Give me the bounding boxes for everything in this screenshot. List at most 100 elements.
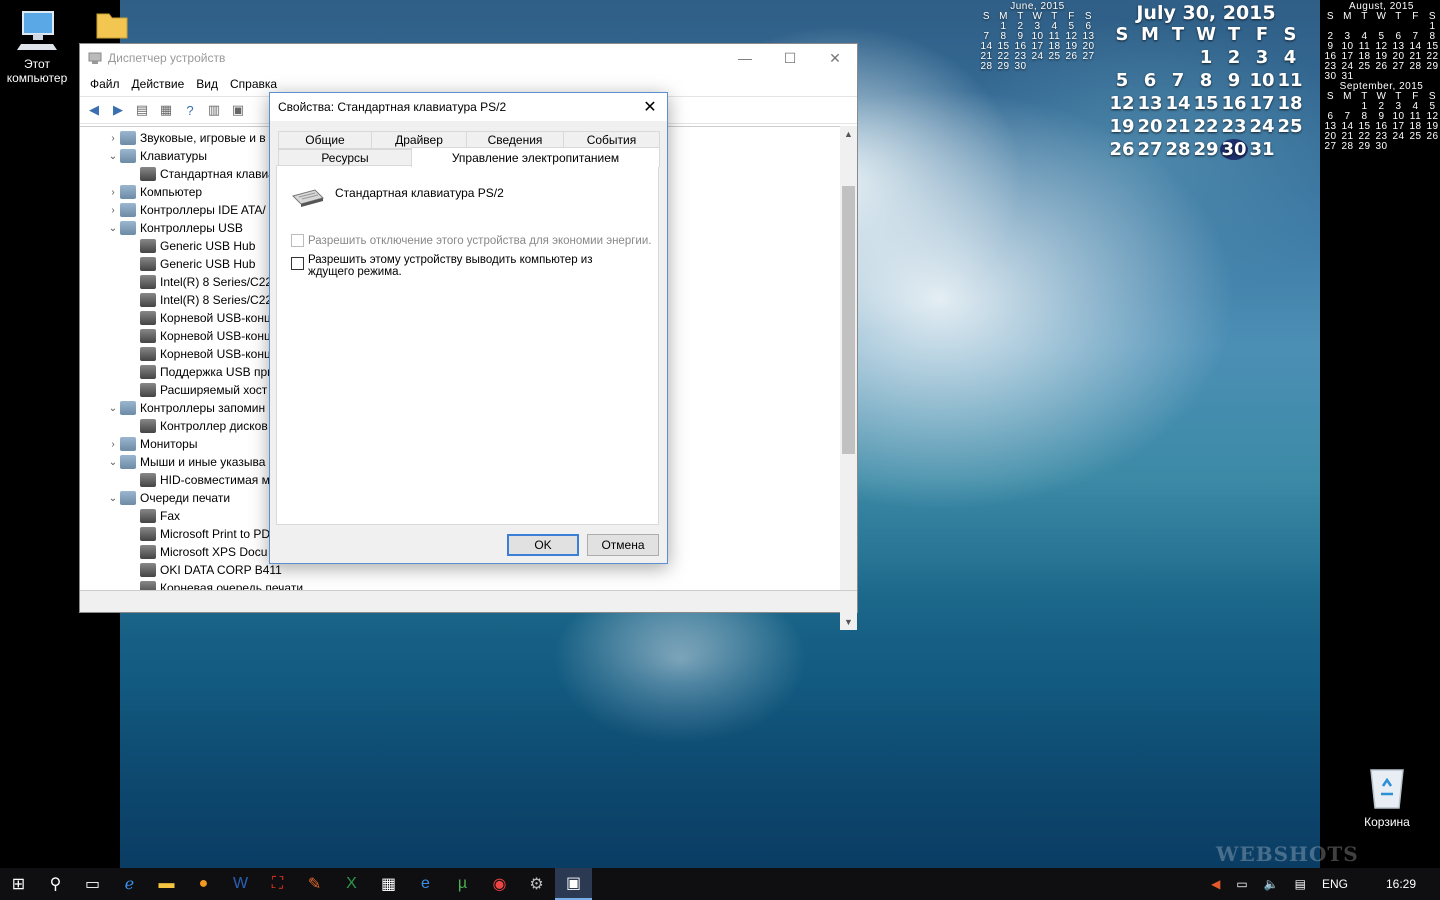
expand-chevron-icon[interactable]: ⌄ [106, 457, 120, 468]
minimize-button[interactable]: — [722, 44, 768, 72]
expand-chevron-icon[interactable]: ⌄ [106, 223, 120, 234]
taskbar-excel[interactable]: X [333, 868, 370, 900]
taskbar-edge[interactable]: e [407, 868, 444, 900]
device-tree-item[interactable]: Fax [126, 507, 180, 525]
device-tree-item[interactable]: › Компьютер [106, 183, 202, 201]
device-tree-item[interactable]: HID-совместимая м [126, 471, 270, 489]
allow-wake-option[interactable]: Разрешить этому устройству выводить комп… [291, 254, 641, 278]
taskbar-app-orange[interactable]: ● [185, 868, 222, 900]
calendar-day-header: S [1115, 24, 1129, 45]
taskbar-device-manager[interactable]: ▣ [555, 868, 592, 900]
taskbar-utorrent[interactable]: µ [444, 868, 481, 900]
recycle-bin-shortcut[interactable]: Корзина [1352, 764, 1422, 829]
help-button[interactable]: ? [180, 101, 200, 119]
tray-warning-icon[interactable]: ◀ [1203, 877, 1228, 891]
calendar-day: 28 [1165, 139, 1191, 160]
start-button[interactable]: ⊞ [0, 868, 37, 900]
device-tree-item[interactable]: ⌄ Очереди печати [106, 489, 230, 507]
expand-chevron-icon[interactable]: › [106, 187, 120, 198]
close-icon: ✕ [643, 99, 657, 116]
menu-file[interactable]: Файл [84, 77, 126, 91]
allow-wake-checkbox[interactable] [291, 257, 304, 270]
device-tree-item[interactable]: › Контроллеры IDE ATA/ [106, 201, 266, 219]
tree-pane-icon: ▤ [135, 102, 149, 117]
scan-hardware-button[interactable]: ▣ [228, 101, 248, 119]
device-tree-item[interactable]: ⌄ Контроллеры запомин [106, 399, 265, 417]
expand-chevron-icon[interactable]: ⌄ [106, 151, 120, 162]
device-icon [140, 509, 156, 523]
device-tree-item[interactable]: Intel(R) 8 Series/C22 [126, 291, 272, 309]
device-tree-item[interactable]: ⌄ Контроллеры USB [106, 219, 243, 237]
device-tree-item[interactable]: Расширяемый хост [126, 381, 267, 399]
calendar-day: 4 [1283, 47, 1297, 68]
language-indicator[interactable]: ENG [1314, 877, 1356, 891]
expand-chevron-icon[interactable]: ⌄ [106, 403, 120, 414]
device-tree-label: Расширяемый хост [160, 383, 268, 397]
this-pc-shortcut[interactable]: Этот компьютер [0, 8, 74, 85]
show-hide-tree-button[interactable]: ▤ [132, 101, 152, 119]
device-tree-item[interactable]: Intel(R) 8 Series/C22 [126, 273, 272, 291]
expand-chevron-icon[interactable]: › [106, 439, 120, 450]
expand-chevron-icon[interactable]: ⌄ [106, 493, 120, 504]
calendar-day: 24 [1031, 51, 1044, 62]
device-tree-item[interactable]: Корневой USB-конц [126, 327, 271, 345]
properties-button[interactable]: ▦ [156, 101, 176, 119]
tab-general[interactable]: Общие [278, 131, 372, 149]
calendar-day: 29 [997, 61, 1010, 72]
clock[interactable]: 16:29 [1356, 877, 1440, 891]
device-tree-item[interactable]: OKI DATA CORP B411 [126, 561, 282, 579]
close-button[interactable]: ✕ [812, 44, 858, 72]
device-tree-item[interactable]: Generic USB Hub [126, 237, 255, 255]
device-tree-item[interactable]: Стандартная клавиа [126, 165, 275, 183]
cancel-button[interactable]: Отмена [587, 534, 659, 556]
device-tree-item[interactable]: Корневой USB-конц [126, 309, 271, 327]
calendar-day: 6 [1143, 70, 1157, 91]
action-pane-button[interactable]: ▥ [204, 101, 224, 119]
calendar-day-header: T [1171, 24, 1185, 45]
network-icon[interactable]: ▭ [1228, 877, 1255, 891]
taskbar-control-panel[interactable]: ⚙ [518, 868, 555, 900]
device-tree-item[interactable]: Корневой USB-конц [126, 345, 271, 363]
ok-button[interactable]: OK [507, 534, 579, 556]
search-button[interactable]: ⚲ [37, 868, 74, 900]
device-tree-item[interactable]: ⌄ Клавиатуры [106, 147, 207, 165]
taskbar-pdf[interactable]: ⛶ [259, 868, 296, 900]
device-tree-item[interactable]: Generic USB Hub [126, 255, 255, 273]
volume-icon[interactable]: 🔈 [1256, 877, 1287, 891]
properties-dialog-titlebar[interactable]: Свойства: Стандартная клавиатура PS/2 [270, 93, 667, 121]
scroll-down-icon[interactable]: ▼ [840, 617, 857, 627]
taskbar-calculator[interactable]: ▦ [370, 868, 407, 900]
device-tree-item[interactable]: Поддержка USB при [126, 363, 274, 381]
menu-view[interactable]: Вид [190, 77, 224, 91]
expand-chevron-icon[interactable]: › [106, 205, 120, 216]
calendar-september-grid: S M T W T F S 1 2 3 4 5 6 7 8 9 10 11 12 13 14 15 16 17 18 19 20 21… [1322, 92, 1440, 152]
notifications-icon[interactable]: ▤ [1287, 877, 1314, 891]
scroll-up-icon[interactable]: ▲ [840, 129, 857, 139]
scroll-thumb[interactable] [842, 186, 855, 454]
dialog-close-button[interactable]: ✕ [633, 93, 667, 121]
menu-help[interactable]: Справка [224, 77, 283, 91]
back-button[interactable]: ◀ [84, 101, 104, 119]
task-view-button[interactable]: ▭ [74, 868, 111, 900]
device-tree-scrollbar[interactable]: ▲ ▼ [840, 126, 857, 630]
taskbar-ie[interactable]: ℯ [111, 868, 148, 900]
taskbar-chrome[interactable]: ◉ [481, 868, 518, 900]
expand-chevron-icon[interactable]: › [106, 133, 120, 144]
maximize-button[interactable]: ☐ [767, 44, 813, 72]
device-icon [120, 203, 136, 217]
device-tree-item[interactable]: Microsoft XPS Docu [126, 543, 267, 561]
device-tree-item[interactable]: ⌄ Мыши и иные указыва [106, 453, 265, 471]
taskbar-explorer[interactable]: ▬ [148, 868, 185, 900]
device-tree-item[interactable]: › Мониторы [106, 435, 197, 453]
calculator-icon: ▦ [380, 876, 397, 893]
menu-action[interactable]: Действие [126, 77, 191, 91]
taskbar-app-tools[interactable]: ✎ [296, 868, 333, 900]
tab-power-management[interactable]: Управление электропитанием [411, 147, 660, 167]
folder-shortcut[interactable] [92, 10, 132, 43]
forward-button[interactable]: ▶ [108, 101, 128, 119]
taskbar-word[interactable]: W [222, 868, 259, 900]
device-tree-label: Корневой USB-конц [160, 347, 271, 361]
device-tree-item[interactable]: Контроллер дисков [126, 417, 268, 435]
device-tree-item[interactable]: › Звуковые, игровые и в [106, 129, 266, 147]
device-tree-item[interactable]: Microsoft Print to PD [126, 525, 270, 543]
